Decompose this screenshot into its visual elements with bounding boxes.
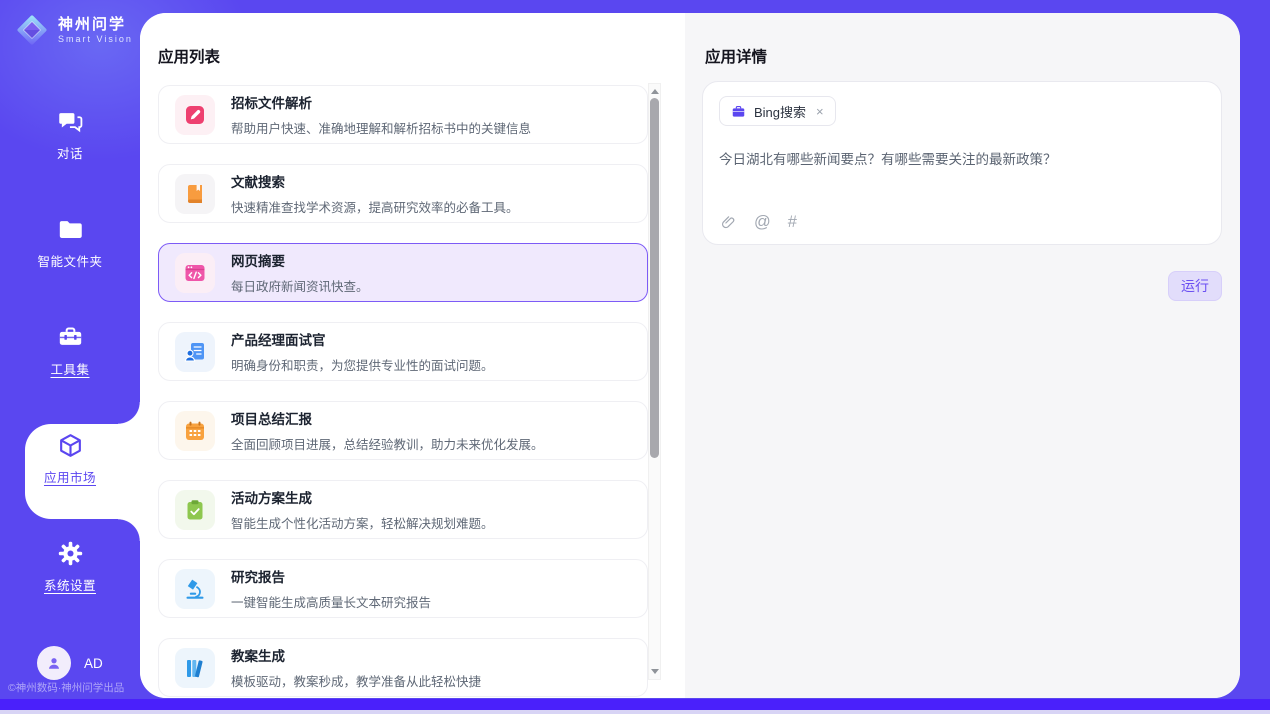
app-description: 每日政府新闻资讯快查。 <box>231 276 369 295</box>
nav-icon <box>57 540 84 567</box>
app-icon-tile <box>175 174 215 214</box>
paperclip-icon[interactable] <box>720 214 737 231</box>
triangle-up-icon <box>651 89 659 94</box>
mention-icon[interactable]: @ <box>754 214 771 231</box>
query-card: Bing搜索 × 今日湖北有哪些新闻要点？有哪些需要关注的最新政策？ @ # <box>702 81 1222 245</box>
sidebar-nav-item[interactable]: 智能文件夹 <box>0 189 140 297</box>
app-detail-title: 应用详情 <box>705 45 767 67</box>
app-name: 文献搜索 <box>231 171 519 191</box>
app-icon-tile <box>175 569 215 609</box>
tool-tag-label: Bing搜索 <box>754 102 806 121</box>
user-row: AD <box>37 646 103 680</box>
app-description: 明确身份和职责，为您提供专业性的面试问题。 <box>231 355 494 374</box>
brand-name: 神州问学 <box>58 16 133 33</box>
app-icon <box>183 340 207 364</box>
sidebar: 神州问学 Smart Vision 对话 智能文件夹 工具集 应用市场 <box>0 0 140 714</box>
app-card[interactable]: 产品经理面试官 明确身份和职责，为您提供专业性的面试问题。 <box>158 322 648 381</box>
app-description: 一键智能生成高质量长文本研究报告 <box>231 592 431 611</box>
nav-icon <box>57 216 84 243</box>
sidebar-nav-item[interactable]: 应用市场 <box>0 405 140 513</box>
nav-label: 工具集 <box>50 359 89 378</box>
list-scrollbar[interactable] <box>648 83 661 680</box>
nav-label: 应用市场 <box>44 467 96 486</box>
app-description: 帮助用户快速、准确地理解和解析招标书中的关键信息 <box>231 118 531 137</box>
app-list-panel: 应用列表 招标文件解析 帮助用户快速、准确地理解和解析招标书中的关键信息 <box>140 13 685 698</box>
app-name: 网页摘要 <box>231 250 369 270</box>
app-icon-tile <box>175 332 215 372</box>
app-icon-tile <box>175 411 215 451</box>
triangle-down-icon <box>651 669 659 674</box>
scrollbar-thumb[interactable] <box>650 98 659 458</box>
brand-subtitle: Smart Vision <box>58 34 133 44</box>
nav-icon <box>57 432 84 459</box>
bottom-edge-strip <box>0 710 1270 714</box>
app-name: 项目总结汇报 <box>231 408 544 428</box>
briefcase-icon <box>731 104 746 119</box>
diamond-logo-icon <box>14 12 50 48</box>
person-icon <box>45 654 63 672</box>
app-name: 教案生成 <box>231 645 481 665</box>
app-card[interactable]: 招标文件解析 帮助用户快速、准确地理解和解析招标书中的关键信息 <box>158 85 648 144</box>
app-icon <box>183 577 207 601</box>
bottom-accent-bar <box>0 699 1270 710</box>
app-card[interactable]: 研究报告 一键智能生成高质量长文本研究报告 <box>158 559 648 618</box>
app-name: 招标文件解析 <box>231 92 531 112</box>
sidebar-nav: 对话 智能文件夹 工具集 应用市场 系统设置 <box>0 81 140 621</box>
app-list: 招标文件解析 帮助用户快速、准确地理解和解析招标书中的关键信息 文献搜索 快速精… <box>158 85 648 698</box>
app-icon <box>183 261 207 285</box>
app-icon <box>183 419 207 443</box>
hash-icon[interactable]: # <box>788 214 797 231</box>
app-card[interactable]: 文献搜索 快速精准查找学术资源，提高研究效率的必备工具。 <box>158 164 648 223</box>
app-detail-panel: 应用详情 Bing搜索 × 今日湖北有哪些新闻要点？有哪些需要关注的最新政策？ … <box>685 13 1240 698</box>
app-description: 模板驱动，教案秒成，教学准备从此轻松快捷 <box>231 671 481 690</box>
scroll-down-button[interactable] <box>649 665 660 678</box>
app-description: 全面回顾项目进展，总结经验教训，助力未来优化发展。 <box>231 434 544 453</box>
app-card[interactable]: 网页摘要 每日政府新闻资讯快查。 <box>158 243 648 302</box>
nav-icon <box>57 108 84 135</box>
app-icon <box>183 498 207 522</box>
nav-label: 系统设置 <box>44 575 96 594</box>
run-button[interactable]: 运行 <box>1168 271 1222 301</box>
app-card[interactable]: 项目总结汇报 全面回顾项目进展，总结经验教训，助力未来优化发展。 <box>158 401 648 460</box>
nav-icon <box>57 324 84 351</box>
nav-label: 智能文件夹 <box>37 251 102 270</box>
sidebar-nav-item[interactable]: 工具集 <box>0 297 140 405</box>
app-description: 快速精准查找学术资源，提高研究效率的必备工具。 <box>231 197 519 216</box>
copyright-footer: ©神州数码·神州问学出品 <box>8 680 142 695</box>
user-avatar[interactable] <box>37 646 71 680</box>
query-input[interactable]: 今日湖北有哪些新闻要点？有哪些需要关注的最新政策？ <box>719 150 1205 170</box>
sidebar-nav-item[interactable]: 对话 <box>0 81 140 189</box>
app-name: 产品经理面试官 <box>231 329 494 349</box>
close-icon[interactable]: × <box>816 105 824 118</box>
app-description: 智能生成个性化活动方案，轻松解决规划难题。 <box>231 513 494 532</box>
app-icon <box>183 656 207 680</box>
app-card[interactable]: 教案生成 模板驱动，教案秒成，教学准备从此轻松快捷 <box>158 638 648 697</box>
app-icon-tile <box>175 490 215 530</box>
app-icon-tile <box>175 253 215 293</box>
app-card[interactable]: 活动方案生成 智能生成个性化活动方案，轻松解决规划难题。 <box>158 480 648 539</box>
app-window: 神州问学 Smart Vision 对话 智能文件夹 工具集 应用市场 <box>0 0 1270 714</box>
sidebar-nav-item[interactable]: 系统设置 <box>0 513 140 621</box>
app-list-title: 应用列表 <box>158 45 220 67</box>
input-toolbar: @ # <box>720 214 797 231</box>
nav-label: 对话 <box>57 143 83 162</box>
tool-tag-bing[interactable]: Bing搜索 × <box>719 96 836 126</box>
app-icon-tile <box>175 648 215 688</box>
user-name: AD <box>84 656 103 671</box>
app-name: 研究报告 <box>231 566 431 586</box>
app-icon <box>183 103 207 127</box>
app-name: 活动方案生成 <box>231 487 494 507</box>
app-icon <box>183 182 207 206</box>
app-icon-tile <box>175 95 215 135</box>
scroll-up-button[interactable] <box>649 85 660 98</box>
brand-logo: 神州问学 Smart Vision <box>14 12 133 48</box>
main-content: 应用列表 招标文件解析 帮助用户快速、准确地理解和解析招标书中的关键信息 <box>140 13 1240 698</box>
